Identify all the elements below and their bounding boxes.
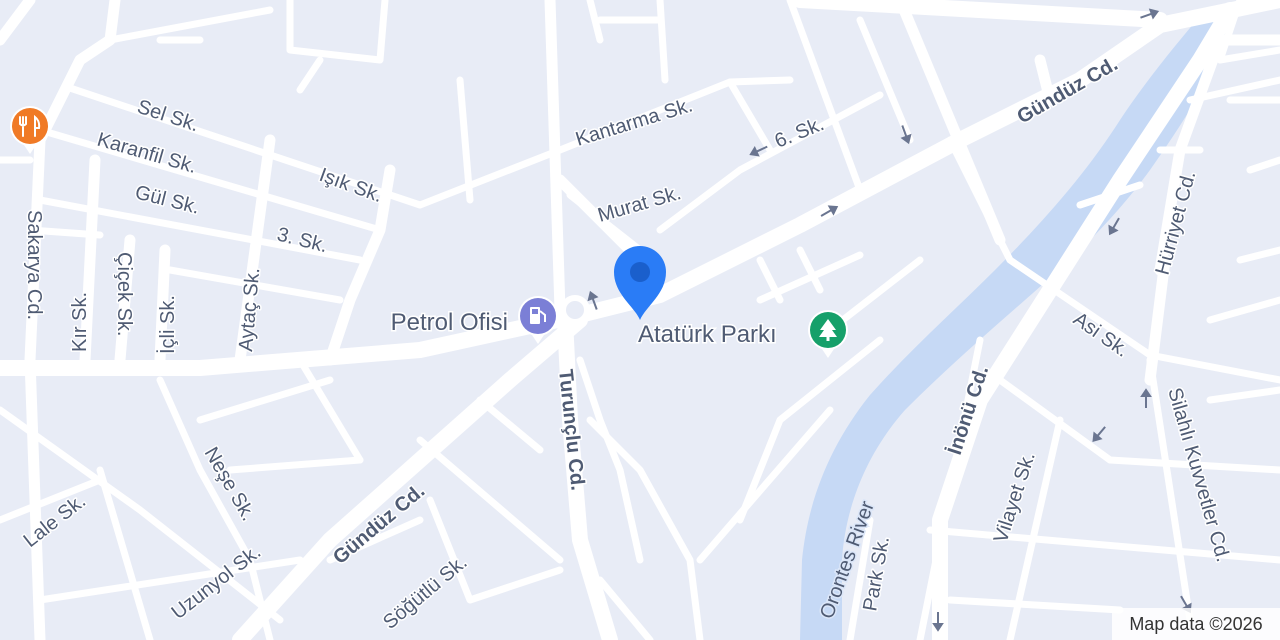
poi-label-petrol-ofisi[interactable]: Petrol Ofisi	[389, 308, 509, 338]
street-label-kir: Kır Sk.	[69, 292, 91, 352]
map-svg[interactable]: Gündüz Cd. Gündüz Cd. Kantarma Sk. Murat…	[0, 0, 1280, 640]
street-label-cicek: Çiçek Sk.	[113, 252, 135, 336]
roundabout	[560, 295, 590, 325]
street-label-sakarya: Sakarya Cd.	[23, 210, 45, 320]
map-attribution[interactable]: Map data ©2026	[1112, 608, 1280, 640]
map-canvas[interactable]: Gündüz Cd. Gündüz Cd. Kantarma Sk. Murat…	[0, 0, 1280, 640]
street-label-icli: İçli Sk.	[156, 295, 179, 354]
poi-label-ataturk-parki[interactable]: Atatürk Parkı	[637, 320, 779, 350]
